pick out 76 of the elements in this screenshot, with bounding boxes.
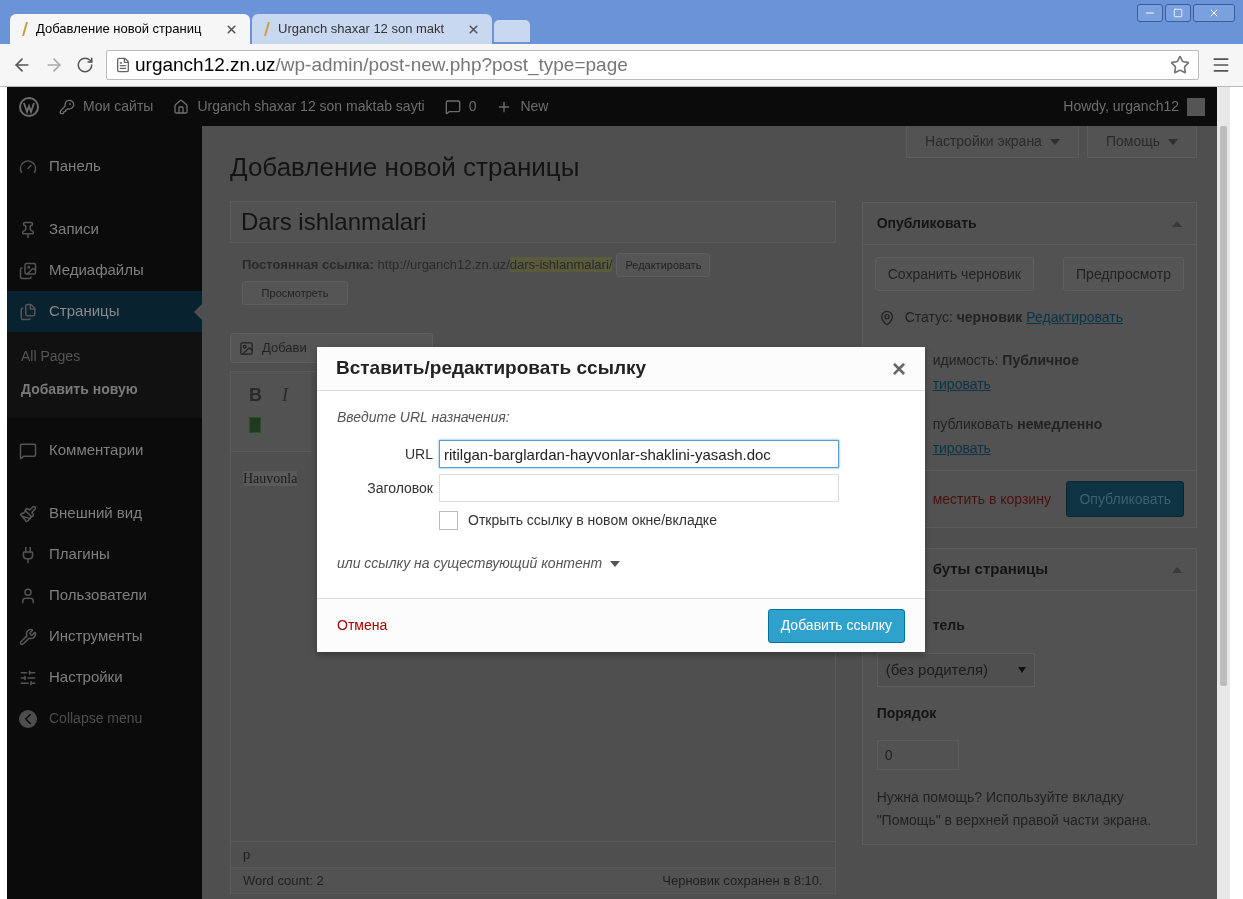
sidebar-item[interactable]: Страницы [7,291,202,332]
sliders-icon [19,668,37,687]
box-title: буты страницы [932,559,1049,580]
sidebar-item[interactable]: Внешний вид [7,493,202,534]
restore-icon [1173,8,1183,18]
parent-label: тель [932,617,965,633]
sidebar-item[interactable]: Пользователи [7,575,202,616]
close-icon[interactable] [225,22,238,36]
page-icon [115,57,131,73]
comment-icon [19,441,37,460]
sidebar-item[interactable]: Инструменты [7,616,202,657]
user-icon [19,586,37,605]
url-hint: Введите URL назначения: [337,408,511,427]
admin-bar-link[interactable]: Urganch shaxar 12 son maktab sayti [173,96,425,117]
sidebar-item[interactable]: Настройки [7,657,202,698]
tab-title: Urganch shaxar 12 son makt [278,20,446,39]
box-title: Опубликовать [876,214,977,233]
tab-title: Добавление новой страниц [36,20,203,39]
pin-icon [19,220,37,239]
pages-icon [19,302,37,321]
comment-icon [444,98,461,115]
close-button[interactable]: × [892,356,906,381]
home-icon [173,98,190,115]
sidebar-item[interactable]: Плагины [7,534,202,575]
admin-bar-link[interactable]: 0 [444,96,477,117]
url-label: URL [404,444,433,464]
sidebar-item[interactable]: Панель [7,146,202,187]
address-field[interactable]: urganch12.zn.uz/wp-admin/post-new.php?post_type=page [106,50,1199,80]
avatar-icon [1187,97,1205,116]
close-window-button[interactable] [1193,4,1235,22]
wordpress-logo-icon[interactable] [19,96,39,117]
restore-button[interactable] [1165,4,1191,22]
trash-link[interactable]: местить в корзину [932,488,1051,510]
browser-tab[interactable]: Добавление новой страниц [10,14,250,44]
sidebar-item[interactable]: Медиафайлы [7,250,202,291]
existing-content-toggle[interactable]: или ссылку на существующий контент [337,553,621,574]
menu-icon[interactable] [1211,55,1231,75]
close-icon [1208,7,1220,19]
dashboard-icon [19,157,37,176]
submenu-item[interactable]: Добавить новую [7,373,202,406]
pin-icon [878,309,895,326]
brush-icon [19,504,37,523]
cancel-link[interactable]: Отмена [337,615,388,636]
close-icon[interactable] [467,22,480,36]
sidebar-item[interactable]: Записи [7,209,202,250]
caret-icon [610,560,621,567]
url-field[interactable]: ritilgan-barglardan-hayvonlar-shaklini-yasash.doc [439,440,839,468]
title-input-field[interactable] [439,474,839,502]
submenu-item[interactable]: All Pages [7,340,202,373]
admin-bar-link[interactable]: New [496,96,549,117]
title-label: Заголовок [366,478,433,498]
dialog-title: Вставить/редактировать ссылку [336,356,647,381]
checkbox-label: Открыть ссылку в новом окне/вкладке [468,511,717,530]
collapse-icon [19,709,37,728]
admin-bar-link[interactable]: Мои сайты [59,96,154,117]
page-title: Добавление новой страницы [230,151,581,184]
reload-icon[interactable] [76,56,94,74]
collapse-menu-link[interactable]: Collapse menu [7,708,202,729]
add-link-button[interactable]: Добавить ссылку [767,608,905,643]
greeting[interactable]: Howdy, urganch12 [1063,96,1179,117]
editor-text: Hauvonla [243,471,298,486]
browser-tab[interactable]: Urganch shaxar 12 son makt [252,14,492,44]
sidebar-item[interactable]: Комментарии [7,430,202,471]
key-icon [59,98,75,115]
minimize-button[interactable] [1137,4,1163,22]
order-label: Порядок [875,704,938,723]
url-text: urganch12.zn.uz/wp-admin/post-new.php?post_type=page [135,52,628,78]
bookmark-star-icon[interactable] [1170,55,1190,75]
title-field[interactable]: Dars ishlanmalari [230,201,836,243]
caret-icon [1049,138,1060,145]
caret-icon [1017,667,1026,673]
media-icon [239,340,254,356]
caret-icon [1168,138,1178,145]
media-icon [19,261,37,280]
wrench-icon [19,627,37,646]
checkbox[interactable] [439,511,458,530]
